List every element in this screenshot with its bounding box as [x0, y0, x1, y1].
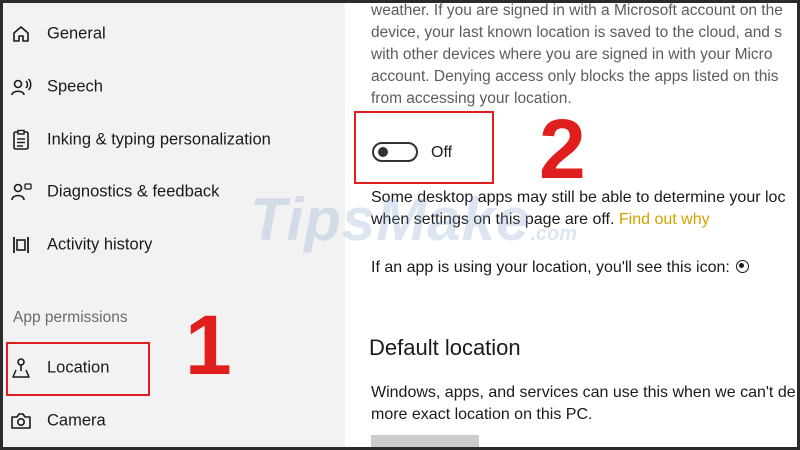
activity-icon [10, 234, 32, 256]
set-default-button[interactable] [371, 435, 479, 450]
sidebar-item-label: Diagnostics & feedback [47, 182, 220, 201]
find-out-why-link[interactable]: Find out why [619, 211, 710, 228]
default-location-desc-line1: Windows, apps, and services can use this… [371, 384, 796, 401]
description-line: weather. If you are signed in with a Mic… [371, 2, 783, 19]
description-line: with other devices where you are signed … [371, 46, 773, 63]
default-location-desc-line2: more exact location on this PC. [371, 406, 593, 423]
sidebar-item-diagnostics[interactable]: Diagnostics & feedback [0, 169, 345, 215]
desktop-apps-note-text: when settings on this page are off. [371, 211, 615, 228]
sidebar-item-label: Speech [47, 77, 103, 96]
location-in-use-icon [735, 260, 749, 273]
sidebar-item-inking-typing[interactable]: Inking & typing personalization [0, 117, 345, 163]
feedback-icon [10, 181, 32, 203]
clipboard-icon [10, 129, 32, 151]
sidebar-item-speech[interactable]: Speech [0, 64, 345, 110]
default-location-heading: Default location [369, 335, 521, 360]
highlight-box-toggle [354, 111, 494, 184]
sidebar-item-camera[interactable]: Camera [0, 398, 345, 444]
location-settings-main: weather. If you are signed in with a Mic… [345, 0, 800, 450]
sidebar-item-activity-history[interactable]: Activity history [0, 222, 345, 268]
sidebar-item-label: Inking & typing personalization [47, 130, 271, 149]
location-icon-note-text: If an app is using your location, you'll… [371, 259, 730, 276]
section-header-app-permissions: App permissions [13, 309, 128, 326]
highlight-box-location [6, 342, 150, 396]
desktop-apps-note-line2: when settings on this page are off. Find… [371, 211, 710, 229]
sidebar-item-general[interactable]: General [0, 11, 345, 57]
home-icon [10, 23, 32, 45]
sidebar-item-label: Activity history [47, 235, 153, 254]
description-line: account. Denying access only blocks the … [371, 68, 779, 85]
step-number-2: 2 [539, 102, 586, 196]
speech-icon [10, 76, 32, 98]
camera-icon [10, 410, 32, 432]
location-icon-note: If an app is using your location, you'll… [371, 259, 749, 277]
sidebar-item-label: Camera [47, 411, 106, 430]
description-line: device, your last known location is save… [371, 24, 782, 41]
step-number-1: 1 [185, 298, 232, 392]
sidebar-item-label: General [47, 24, 106, 43]
